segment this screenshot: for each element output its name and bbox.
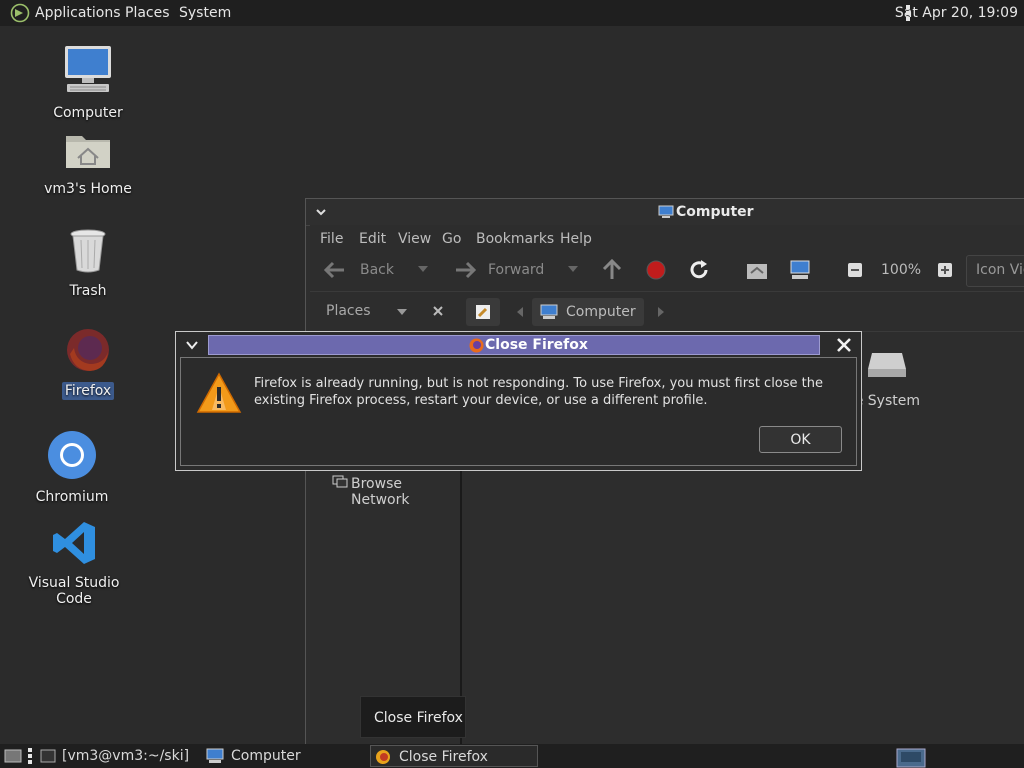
trash-icon [70, 229, 106, 273]
chevron-right-icon[interactable] [657, 307, 665, 317]
breadcrumb-label: Computer [566, 304, 636, 320]
firefox-icon [67, 329, 109, 371]
back-arrow-icon[interactable] [324, 261, 346, 279]
top-panel: Applications Places System Sat Apr 20, 1… [0, 0, 1024, 26]
desktop-icon-label: Firefox [61, 382, 115, 400]
desktop-icon-home[interactable]: vm3's Home [33, 128, 143, 198]
back-button[interactable]: Back [360, 262, 394, 278]
network-icon [332, 475, 348, 488]
fm-body: File Edit View Go Bookmarks Help Back Fo… [310, 225, 1024, 757]
desktop-icon-firefox[interactable]: Firefox [33, 326, 143, 400]
task-close-firefox[interactable]: Close Firefox [370, 745, 538, 767]
chevron-down-icon[interactable] [397, 308, 407, 316]
chevron-down-icon[interactable] [315, 206, 327, 218]
harddisk-icon[interactable] [866, 351, 908, 379]
desktop-icon-trash[interactable]: Trash [33, 228, 143, 300]
bottom-panel: [vm3@vm3:~/ski] Computer Close Firefox [0, 744, 1024, 768]
desktop-icon-label: vm3's Home [44, 181, 132, 197]
chevron-left-icon[interactable] [516, 307, 524, 317]
fm-menubar: File Edit View Go Bookmarks Help [310, 225, 1024, 251]
fm-titlebar[interactable]: Computer [306, 199, 1024, 226]
up-arrow-icon[interactable] [602, 259, 622, 281]
mate-logo-icon[interactable] [10, 3, 30, 23]
zoom-in-icon[interactable] [937, 262, 953, 278]
desktop-icon-vscode[interactable]: Visual Studio Code [19, 520, 129, 608]
show-desktop-icon[interactable] [4, 748, 22, 764]
chromium-icon [48, 431, 96, 479]
desktop-icon-label: Trash [69, 283, 107, 299]
chevron-down-icon[interactable] [418, 265, 428, 273]
desktop-icon-label: Chromium [35, 489, 109, 505]
desktop-icon-computer[interactable]: Computer [33, 44, 143, 122]
zoom-out-icon[interactable] [847, 262, 863, 278]
vscode-icon [53, 522, 95, 564]
ok-button[interactable]: OK [759, 426, 842, 453]
menu-view[interactable]: View [398, 231, 431, 247]
desktop-icon-chromium[interactable]: Chromium [17, 430, 127, 506]
dialog-title: Close Firefox [485, 337, 588, 353]
reload-icon[interactable] [688, 259, 710, 281]
view-mode-select[interactable]: Icon View [966, 255, 1024, 287]
stop-icon[interactable] [646, 260, 666, 280]
sidebar-item-browse-network[interactable]: Browse Network [351, 476, 460, 508]
content-item-filesystem[interactable]: File System [858, 393, 920, 409]
places-menu[interactable]: Places [125, 5, 170, 21]
sidebar-title[interactable]: Places [326, 303, 371, 319]
taskbar-tooltip: Close Firefox [360, 696, 466, 738]
tooltip-text: Close Firefox [374, 710, 463, 726]
dialog-titlebar[interactable]: Close Firefox [208, 335, 820, 355]
panel-handle-icon[interactable] [28, 748, 32, 764]
zoom-level: 100% [881, 262, 922, 278]
chevron-down-icon[interactable] [568, 265, 578, 273]
menu-bookmarks[interactable]: Bookmarks [476, 231, 554, 247]
terminal-icon [40, 749, 56, 763]
computer-icon [540, 304, 558, 319]
close-icon[interactable] [835, 336, 853, 354]
close-firefox-dialog[interactable]: Close Firefox Firefox is already running… [175, 331, 862, 471]
clock[interactable]: Sat Apr 20, 19:09 [895, 5, 1018, 21]
workspace-switcher-icon[interactable] [896, 748, 926, 768]
task-label: Computer [231, 748, 301, 764]
system-menu[interactable]: System [179, 5, 231, 21]
computer-icon [206, 748, 224, 763]
task-terminal[interactable]: [vm3@vm3:~/ski] [38, 745, 198, 767]
dialog-body: Firefox is already running, but is not r… [180, 357, 857, 466]
home-icon[interactable] [746, 260, 768, 280]
content-item-label: File System [858, 393, 920, 409]
computer-icon [658, 205, 674, 218]
menu-file[interactable]: File [320, 231, 343, 247]
dialog-message: Firefox is already running, but is not r… [254, 376, 823, 408]
menu-edit[interactable]: Edit [359, 231, 386, 247]
desktop-icon-label: Computer [53, 105, 123, 121]
warning-icon [196, 372, 242, 413]
forward-arrow-icon[interactable] [454, 261, 476, 279]
breadcrumb[interactable]: Computer [532, 298, 644, 326]
fm-toolbar: Back Forward 100% Icon Vi [310, 251, 1024, 292]
edit-icon [476, 305, 490, 319]
fm-title: Computer [676, 204, 754, 220]
fm-location-bar: Places Computer [310, 293, 1024, 332]
firefox-icon [469, 338, 484, 353]
view-mode-label: Icon View [976, 262, 1024, 278]
close-icon[interactable] [432, 305, 444, 317]
task-label: [vm3@vm3:~/ski] [62, 748, 190, 764]
desktop-icon-label: Visual Studio Code [28, 575, 120, 607]
applications-menu[interactable]: Applications [35, 5, 121, 21]
task-label: Close Firefox [399, 749, 488, 765]
file-manager-window[interactable]: Computer File Edit View Go Bookmarks Hel… [305, 198, 1024, 758]
menu-go[interactable]: Go [442, 231, 461, 247]
computer-icon[interactable] [789, 259, 811, 281]
chevron-down-icon[interactable] [186, 340, 198, 350]
edit-location-button[interactable] [466, 298, 500, 326]
task-computer[interactable]: Computer [204, 745, 364, 767]
firefox-icon [376, 750, 390, 764]
forward-button[interactable]: Forward [488, 262, 544, 278]
menu-help[interactable]: Help [560, 231, 592, 247]
computer-icon [65, 46, 111, 92]
home-folder-icon [66, 136, 110, 168]
